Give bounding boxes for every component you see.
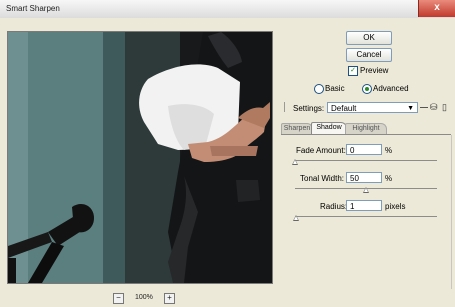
advanced-radio[interactable]	[362, 84, 372, 94]
title-bar: Smart Sharpen x	[0, 0, 455, 19]
radius-unit: pixels	[385, 202, 406, 211]
fade-amount-field[interactable]: 0	[346, 144, 382, 155]
tab-sharpen[interactable]: Sharpen	[281, 123, 313, 134]
radio-selected-dot	[365, 87, 369, 91]
radius-field[interactable]: 1	[346, 200, 382, 211]
radius-slider-thumb[interactable]	[293, 215, 300, 221]
tonal-width-unit: %	[385, 174, 393, 183]
radius-slider-track	[295, 216, 437, 217]
settings-rule	[420, 107, 428, 108]
preview-image[interactable]	[7, 31, 273, 284]
trash-icon[interactable]: ▯	[442, 103, 447, 112]
radius-label: Radius:	[320, 202, 348, 211]
ok-button[interactable]: OK	[346, 31, 392, 45]
close-button[interactable]: x	[418, 0, 455, 17]
tonal-width-label: Tonal Width:	[300, 174, 345, 183]
fade-amount-label: Fade Amount:	[296, 146, 346, 155]
shadow-panel	[281, 135, 452, 289]
settings-label: Settings:	[293, 104, 325, 113]
fade-amount-unit: %	[385, 146, 393, 155]
zoom-level: 100%	[135, 294, 153, 301]
basic-label: Basic	[325, 84, 345, 93]
save-icon[interactable]: ⛁	[430, 103, 438, 112]
fade-amount-slider-track	[295, 160, 437, 161]
basic-radio[interactable]	[314, 84, 324, 94]
preview-photo	[8, 32, 272, 283]
tonal-width-field[interactable]: 50	[346, 172, 382, 183]
preview-label: Preview	[360, 66, 389, 75]
advanced-label: Advanced	[373, 84, 409, 93]
chevron-down-icon: ▼	[407, 105, 414, 112]
zoom-out-button[interactable]: −	[113, 293, 124, 304]
settings-divider	[284, 102, 285, 112]
zoom-controls: − 100% +	[113, 293, 183, 304]
preview-checkbox[interactable]: ✓	[348, 66, 358, 76]
zoom-in-button[interactable]: +	[164, 293, 175, 304]
tab-highlight[interactable]: Highlight	[345, 123, 387, 134]
cancel-button[interactable]: Cancel	[346, 48, 392, 62]
fade-amount-slider-thumb[interactable]	[292, 159, 298, 165]
window-title: Smart Sharpen	[6, 4, 60, 13]
settings-dropdown[interactable]: Default ▼	[327, 102, 418, 113]
settings-value: Default	[331, 104, 357, 113]
tonal-width-slider-thumb[interactable]	[363, 187, 369, 193]
